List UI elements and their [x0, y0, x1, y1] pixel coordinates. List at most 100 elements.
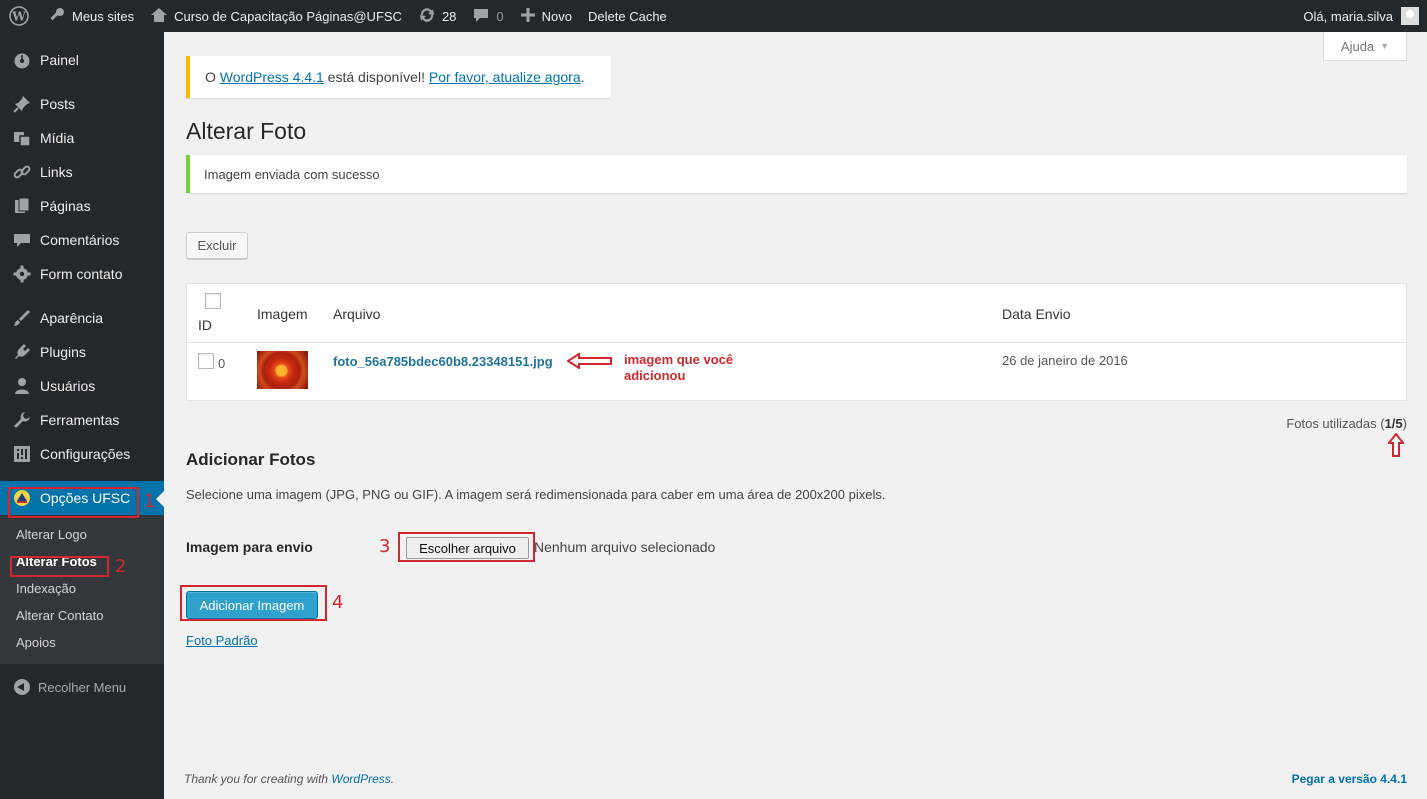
my-sites-menu[interactable]: Meus sites — [40, 0, 142, 32]
sidebar-item-label: Form contato — [40, 266, 123, 282]
sidebar-item-label: Posts — [40, 96, 76, 112]
sidebar-item-label: Mídia — [40, 130, 75, 146]
footer-get-version-link[interactable]: Pegar a versão 4.4.1 — [1292, 772, 1407, 786]
photos-used-counter: Fotos utilizadas (1/5) — [1286, 416, 1407, 431]
update-now-link[interactable]: Por favor, atualize agora — [429, 69, 581, 85]
sidebar-item-label: Usuários — [40, 378, 96, 394]
column-header-file[interactable]: Arquivo — [333, 306, 380, 322]
photo-thumbnail[interactable] — [257, 351, 308, 389]
sidebar-item-ferramentas[interactable]: Ferramentas — [0, 403, 164, 437]
collapse-arrow-icon — [14, 679, 30, 695]
column-header-id[interactable]: ID — [198, 317, 212, 333]
help-label: Ajuda — [1340, 38, 1375, 54]
submenu-item-apoios[interactable]: Apoios — [0, 629, 164, 656]
sidebar-item-label: Painel — [40, 52, 79, 68]
caret-down-icon: ▼ — [1380, 41, 1390, 51]
help-tab-button[interactable]: Ajuda ▼ — [1323, 32, 1407, 61]
sidebar-item-label: Aparência — [40, 310, 104, 326]
column-header-image: Imagem — [257, 306, 308, 322]
wordpress-version-link[interactable]: WordPress 4.4.1 — [220, 69, 324, 85]
footer-thanks: Thank you for creating with WordPress. — [184, 772, 394, 786]
submenu-item-indexacao[interactable]: Indexação — [0, 575, 164, 602]
choose-file-button[interactable]: Escolher arquivo — [406, 537, 529, 559]
delete-cache-link[interactable]: Delete Cache — [580, 0, 675, 32]
sidebar-item-label: Links — [40, 164, 73, 180]
refresh-icon — [418, 6, 442, 27]
sidebar-item-painel[interactable]: Painel — [0, 43, 164, 77]
submenu-item-alterar-logo[interactable]: Alterar Logo — [0, 521, 164, 548]
wordpress-logo-icon[interactable]: W — [4, 0, 40, 32]
sidebar-item-paginas[interactable]: Páginas — [0, 189, 164, 223]
update-notice: O WordPress 4.4.1 está disponível! Por f… — [186, 56, 611, 98]
photos-used-value: 1/5 — [1384, 416, 1403, 431]
annotation-left-arrow-icon — [567, 353, 612, 369]
updates-count: 28 — [441, 8, 457, 24]
sidebar-item-opcoes-ufsc[interactable]: Opções UFSC — [0, 481, 164, 515]
photos-used-label: Fotos utilizadas ( — [1286, 416, 1385, 431]
comment-bubble-icon — [472, 6, 496, 27]
submenu-opcoes-ufsc: Alterar Logo Alterar Fotos Indexação Alt… — [0, 515, 164, 664]
gear-icon — [12, 264, 32, 284]
submenu-item-alterar-fotos[interactable]: Alterar Fotos — [0, 548, 164, 575]
sidebar-item-posts[interactable]: Posts — [0, 87, 164, 121]
footer-wordpress-link[interactable]: WordPress — [331, 772, 390, 786]
add-photos-description: Selecione uma imagem (JPG, PNG ou GIF). … — [186, 487, 886, 502]
footer-thanks-suffix: . — [390, 772, 395, 786]
sidebar-item-aparencia[interactable]: Aparência — [0, 301, 164, 335]
sidebar-item-label: Opções UFSC — [40, 490, 131, 506]
key-icon — [48, 6, 72, 27]
row-checkbox[interactable] — [198, 353, 214, 369]
update-notice-middle: está disponível! — [323, 69, 429, 85]
sidebar-item-usuarios[interactable]: Usuários — [0, 369, 164, 403]
row-date: 26 de janeiro de 2016 — [1002, 353, 1128, 368]
user-icon — [12, 376, 32, 396]
my-sites-label: Meus sites — [72, 8, 135, 24]
comments-count: 0 — [496, 8, 504, 24]
default-photo-link[interactable]: Foto Padrão — [186, 633, 258, 648]
sidebar-item-plugins[interactable]: Plugins — [0, 335, 164, 369]
my-account-menu[interactable]: Olá, maria.silva — [1303, 7, 1427, 25]
photos-used-suffix: ) — [1402, 416, 1407, 431]
sidebar-item-links[interactable]: Links — [0, 155, 164, 189]
site-name-label: Curso de Capacitação Páginas@UFSC — [174, 8, 402, 24]
site-name-menu[interactable]: Curso de Capacitação Páginas@UFSC — [142, 0, 410, 32]
pages-icon — [12, 196, 32, 216]
greeting-label: Olá, maria.silva — [1303, 8, 1393, 24]
collapse-menu-button[interactable]: Recolher Menu — [0, 670, 164, 704]
home-icon — [150, 6, 174, 27]
annotation-step-4: 4 — [332, 592, 344, 613]
sidebar-item-configuracoes[interactable]: Configurações — [0, 437, 164, 471]
success-notice: Imagem enviada com sucesso — [186, 155, 1407, 193]
settings-icon — [12, 444, 32, 464]
table-row: 0 foto_56a785bdec60b8.23348151.jpg 26 de… — [187, 343, 1406, 401]
sidebar-item-label: Plugins — [40, 344, 86, 360]
comments-menu[interactable]: 0 — [464, 0, 511, 32]
select-all-checkbox[interactable] — [205, 293, 221, 309]
add-photos-title: Adicionar Fotos — [186, 450, 316, 469]
plus-icon — [520, 7, 542, 26]
no-file-selected-label: Nenhum arquivo selecionado — [534, 539, 716, 555]
annotation-step-2: 2 — [115, 556, 127, 577]
sidebar-item-label: Comentários — [40, 232, 120, 248]
submenu-item-alterar-contato[interactable]: Alterar Contato — [0, 602, 164, 629]
sidebar-item-comentarios[interactable]: Comentários — [0, 223, 164, 257]
sidebar-item-label: Páginas — [40, 198, 91, 214]
sidebar-item-label: Configurações — [40, 446, 131, 462]
add-image-button[interactable]: Adicionar Imagem — [186, 591, 318, 619]
sidebar-item-midia[interactable]: Mídia — [0, 121, 164, 155]
page-title: Alterar Foto — [186, 118, 307, 144]
row-file-link[interactable]: foto_56a785bdec60b8.23348151.jpg — [333, 354, 553, 369]
brush-icon — [12, 308, 32, 328]
updates-menu[interactable]: 28 — [410, 0, 464, 32]
new-content-menu[interactable]: Novo — [512, 0, 580, 32]
delete-button[interactable]: Excluir — [186, 232, 248, 259]
dashboard-icon — [12, 50, 32, 70]
success-message: Imagem enviada com sucesso — [204, 166, 380, 182]
annotation-up-arrow-icon — [1388, 433, 1404, 457]
annotation-image-added: imagem que você adicionou — [624, 352, 733, 384]
plugin-icon — [12, 342, 32, 362]
sidebar-item-form-contato[interactable]: Form contato — [0, 257, 164, 291]
photos-table: ID Imagem Arquivo Data Envio 0 foto_56a7… — [186, 283, 1407, 401]
annotation-step-3: 3 — [379, 536, 391, 557]
column-header-date[interactable]: Data Envio — [1002, 306, 1070, 322]
